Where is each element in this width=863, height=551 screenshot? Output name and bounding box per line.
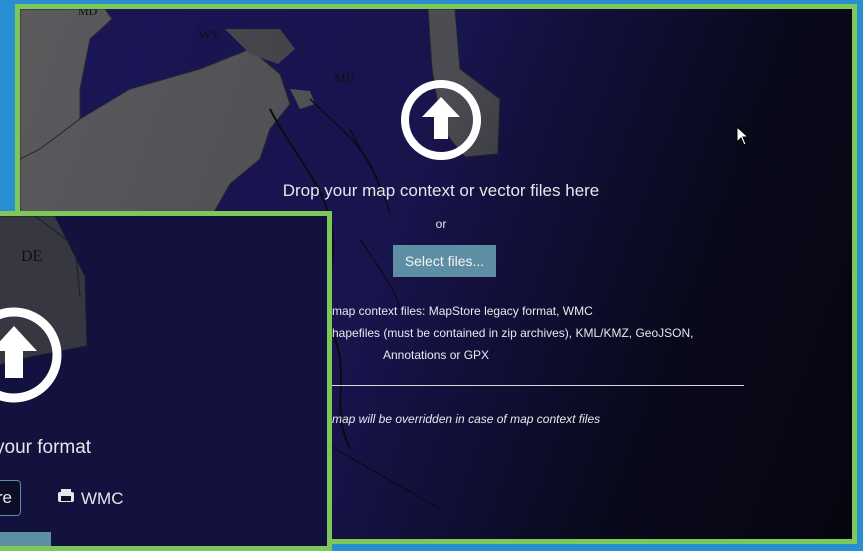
select-files-button[interactable]: Select files... xyxy=(393,245,496,277)
format-wmc-option[interactable]: WMC xyxy=(57,488,123,509)
format-confirm-button[interactable] xyxy=(0,532,51,546)
format-mapstore-label: re xyxy=(0,488,12,507)
format-wmc-label: WMC xyxy=(81,488,124,508)
override-warning: map will be overridden in case of map co… xyxy=(332,412,601,426)
supported-other-files: Annotations or GPX xyxy=(383,348,490,362)
file-icon xyxy=(57,488,75,509)
divider xyxy=(320,385,744,386)
supported-vector-files: hapefiles (must be contained in zip arch… xyxy=(332,326,694,340)
format-title: your format xyxy=(0,437,92,458)
drop-title: Drop your map context or vector files he… xyxy=(282,181,600,200)
upload-arrow-icon xyxy=(400,79,482,161)
format-panel[interactable]: DE your format re WMC xyxy=(0,211,332,551)
supported-map-context: map context files: MapStore legacy forma… xyxy=(332,304,593,318)
mouse-cursor-icon xyxy=(736,125,750,151)
upload-arrow-icon xyxy=(0,306,63,404)
format-mapstore-button[interactable]: re xyxy=(0,480,21,516)
